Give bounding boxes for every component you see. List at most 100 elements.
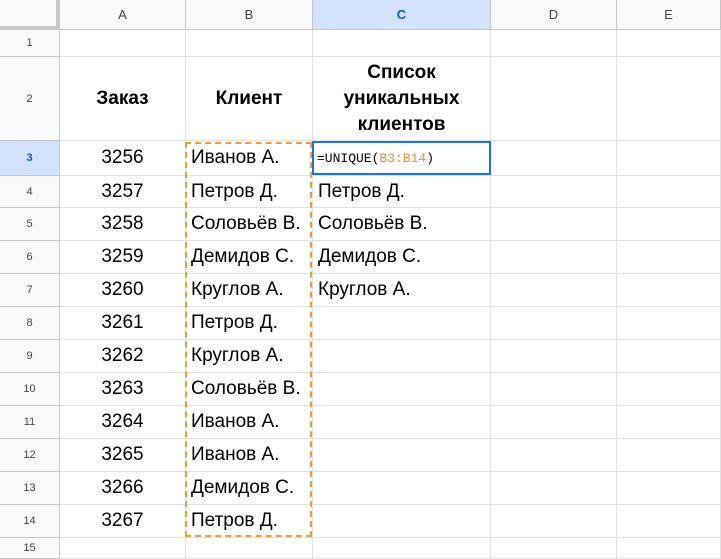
cell-b7[interactable]: Круглов А.	[186, 274, 313, 307]
cell-b11[interactable]: Иванов А.	[186, 406, 313, 439]
cell-c4[interactable]: Петров Д.	[313, 176, 491, 208]
cell-d14[interactable]	[491, 505, 617, 538]
cell-d9[interactable]	[491, 340, 617, 373]
cell-d2[interactable]	[491, 57, 617, 141]
cell-b12[interactable]: Иванов А.	[186, 439, 313, 472]
formula-prefix: =UNIQUE(	[317, 150, 380, 166]
cell-c1[interactable]	[313, 30, 491, 57]
cell-a3[interactable]: 3256	[60, 141, 186, 176]
row-header-6[interactable]: 6	[0, 241, 60, 274]
cell-b6[interactable]: Демидов С.	[186, 241, 313, 274]
cell-d3[interactable]	[491, 141, 617, 176]
cell-e13[interactable]	[617, 472, 721, 505]
cell-e5[interactable]	[617, 208, 721, 241]
row-header-9[interactable]: 9	[0, 340, 60, 373]
cell-e8[interactable]	[617, 307, 721, 340]
cell-c8[interactable]	[313, 307, 491, 340]
column-header-a[interactable]: A	[60, 0, 186, 30]
row-header-3[interactable]: 3	[0, 141, 60, 176]
cell-e15[interactable]	[617, 538, 721, 559]
cell-e1[interactable]	[617, 30, 721, 57]
cell-a11[interactable]: 3264	[60, 406, 186, 439]
cell-b3[interactable]: Иванов А.	[186, 141, 313, 176]
cell-b1[interactable]	[186, 30, 313, 57]
cell-b9[interactable]: Круглов А.	[186, 340, 313, 373]
cell-d6[interactable]	[491, 241, 617, 274]
cell-e4[interactable]	[617, 176, 721, 208]
cell-d5[interactable]	[491, 208, 617, 241]
cell-d12[interactable]	[491, 439, 617, 472]
cell-a2[interactable]: Заказ	[60, 57, 186, 141]
cell-c2[interactable]: Список уникальных клиентов	[313, 57, 491, 141]
cell-a8[interactable]: 3261	[60, 307, 186, 340]
cell-c9[interactable]	[313, 340, 491, 373]
cell-a9[interactable]: 3262	[60, 340, 186, 373]
cell-e10[interactable]	[617, 373, 721, 406]
cell-e11[interactable]	[617, 406, 721, 439]
cell-a14[interactable]: 3267	[60, 505, 186, 538]
column-header-e[interactable]: E	[617, 0, 721, 30]
cell-c15[interactable]	[313, 538, 491, 559]
cell-d1[interactable]	[491, 30, 617, 57]
cell-e7[interactable]	[617, 274, 721, 307]
cell-d8[interactable]	[491, 307, 617, 340]
row-header-12[interactable]: 12	[0, 439, 60, 472]
cell-c13[interactable]	[313, 472, 491, 505]
cell-b13[interactable]: Демидов С.	[186, 472, 313, 505]
cell-e12[interactable]	[617, 439, 721, 472]
cell-a7[interactable]: 3260	[60, 274, 186, 307]
cell-a4[interactable]: 3257	[60, 176, 186, 208]
cell-a12[interactable]: 3265	[60, 439, 186, 472]
cell-b2[interactable]: Клиент	[186, 57, 313, 141]
cell-a10[interactable]: 3263	[60, 373, 186, 406]
cell-c10[interactable]	[313, 373, 491, 406]
cell-c14[interactable]	[313, 505, 491, 538]
formula-suffix: )	[426, 150, 435, 166]
column-header-d[interactable]: D	[491, 0, 617, 30]
cell-b10[interactable]: Соловьёв В.	[186, 373, 313, 406]
cell-b4[interactable]: Петров Д.	[186, 176, 313, 208]
cell-a5[interactable]: 3258	[60, 208, 186, 241]
cell-d15[interactable]	[491, 538, 617, 559]
cell-a13[interactable]: 3266	[60, 472, 186, 505]
active-cell-c3-formula-editor[interactable]: =UNIQUE(B3:B14)	[312, 141, 491, 175]
cell-b15[interactable]	[186, 538, 313, 559]
column-header-b[interactable]: B	[186, 0, 313, 30]
row-header-11[interactable]: 11	[0, 406, 60, 439]
column-header-c[interactable]: C	[313, 0, 491, 30]
cell-e14[interactable]	[617, 505, 721, 538]
cell-b14[interactable]: Петров Д.	[186, 505, 313, 538]
cell-e3[interactable]	[617, 141, 721, 176]
row-header-7[interactable]: 7	[0, 274, 60, 307]
cell-d13[interactable]	[491, 472, 617, 505]
cell-d10[interactable]	[491, 373, 617, 406]
cell-d4[interactable]	[491, 176, 617, 208]
cell-d7[interactable]	[491, 274, 617, 307]
cell-c11[interactable]	[313, 406, 491, 439]
row-header-8[interactable]: 8	[0, 307, 60, 340]
cell-c7[interactable]: Круглов А.	[313, 274, 491, 307]
cell-a6[interactable]: 3259	[60, 241, 186, 274]
cell-a15[interactable]	[60, 538, 186, 559]
row-header-4[interactable]: 4	[0, 176, 60, 208]
cell-a1[interactable]	[60, 30, 186, 57]
cell-c5[interactable]: Соловьёв В.	[313, 208, 491, 241]
cell-b5[interactable]: Соловьёв В.	[186, 208, 313, 241]
row-header-1[interactable]: 1	[0, 30, 60, 57]
cell-e6[interactable]	[617, 241, 721, 274]
cell-e9[interactable]	[617, 340, 721, 373]
row-header-15[interactable]: 15	[0, 538, 60, 559]
cell-b8[interactable]: Петров Д.	[186, 307, 313, 340]
cell-c6[interactable]: Демидов С.	[313, 241, 491, 274]
formula-range-reference: B3:B14	[379, 150, 427, 166]
row-header-5[interactable]: 5	[0, 208, 60, 241]
select-all-corner[interactable]	[0, 0, 60, 30]
row-header-10[interactable]: 10	[0, 373, 60, 406]
cell-e2[interactable]	[617, 57, 721, 141]
cell-c12[interactable]	[313, 439, 491, 472]
cell-d11[interactable]	[491, 406, 617, 439]
row-header-2[interactable]: 2	[0, 57, 60, 141]
row-header-13[interactable]: 13	[0, 472, 60, 505]
row-header-14[interactable]: 14	[0, 505, 60, 538]
spreadsheet-grid[interactable]: A B C D E 1 2 Заказ Клиент Список уникальных клие…	[0, 0, 721, 559]
